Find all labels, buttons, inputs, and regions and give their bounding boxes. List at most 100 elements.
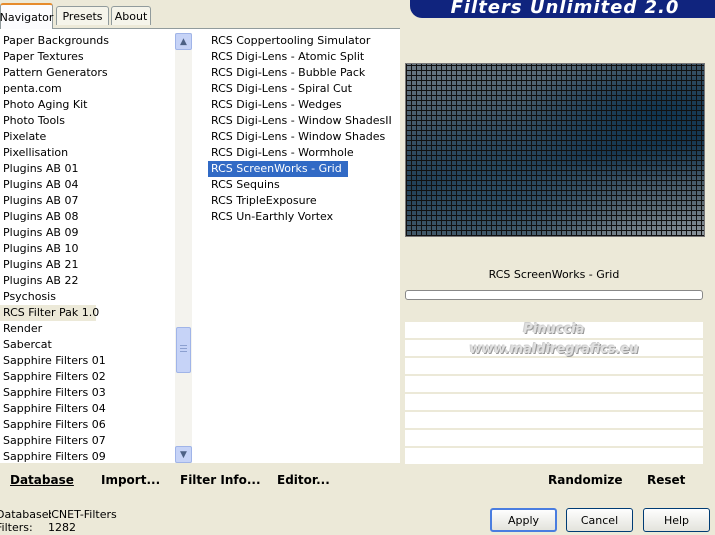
help-label: Help [663,513,690,527]
filter-item[interactable]: RCS Un-Earthly Vortex [208,209,400,225]
apply-label: Apply [507,513,540,527]
filter-item[interactable]: RCS Digi-Lens - Atomic Split [208,49,400,65]
reset-button[interactable]: Reset [647,473,685,487]
category-item[interactable]: Sapphire Filters 01 [0,353,176,369]
category-list[interactable]: Paper Backgrounds Paper Textures Pattern G… [0,33,176,465]
filter-row: RCS ScreenWorks - Grid [208,161,400,177]
filter-info-button[interactable]: Filter Info... [180,473,261,487]
parameter-row[interactable] [405,430,703,448]
parameter-row[interactable] [405,394,703,412]
tab-bar: Navigator Presets About [0,0,400,29]
filter-item[interactable]: RCS Digi-Lens - Bubble Pack [208,65,400,81]
filter-list[interactable]: RCS Coppertooling Simulator RCS Digi-Lens… [208,33,400,225]
help-button[interactable]: Help [643,508,710,532]
category-item[interactable]: Render [0,321,176,337]
filter-item[interactable]: RCS Digi-Lens - Window Shades [208,129,400,145]
status-filters: Filters: 1282 [0,521,76,534]
category-item[interactable]: Pattern Generators [0,65,176,81]
filter-item[interactable]: RCS Sequins [208,177,400,193]
import-button[interactable]: Import... [101,473,160,487]
tab-label: About [114,9,148,23]
category-item[interactable]: Plugins AB 09 [0,225,176,241]
status-label: Database: [0,508,53,521]
category-item[interactable]: RCS Filter Pak 1.0 [0,305,99,321]
category-item[interactable]: Photo Tools [0,113,176,129]
filter-row: RCS Digi-Lens - Atomic Split [208,49,400,65]
filter-preview [405,63,705,237]
filter-item[interactable]: RCS Digi-Lens - Wedges [208,97,400,113]
tab-presets[interactable]: Presets [56,6,109,25]
category-item[interactable]: Photo Aging Kit [0,97,176,113]
tab-about[interactable]: About [111,6,151,25]
category-item[interactable]: Paper Backgrounds [0,33,176,49]
randomize-button[interactable]: Randomize [548,473,622,487]
filter-row: RCS Digi-Lens - Wormhole [208,145,400,161]
chevron-down-icon: ▼ [180,449,187,460]
category-item[interactable]: Pixelate [0,129,176,145]
status-value: ICNET-Filters [48,508,117,521]
category-item[interactable]: Paper Textures [0,49,176,65]
filter-item[interactable]: RCS Coppertooling Simulator [208,33,400,49]
parameter-row[interactable] [405,412,703,430]
database-button[interactable]: Database [10,473,74,487]
randomize-label: Randomize [548,473,623,487]
category-item[interactable]: Plugins AB 08 [0,209,176,225]
filter-item[interactable]: RCS ScreenWorks - Grid [208,161,348,177]
filter-row: RCS Digi-Lens - Spiral Cut [208,81,400,97]
filter-row: RCS Sequins [208,177,400,193]
filter-row: RCS Digi-Lens - Window ShadesII [208,113,400,129]
import-label: Import... [101,473,161,487]
scroll-thumb[interactable] [176,327,191,373]
tab-navigator[interactable]: Navigator [0,3,53,29]
tab-label: Presets [62,9,103,23]
apply-button[interactable]: Apply [490,508,557,532]
filter-row: RCS Un-Earthly Vortex [208,209,400,225]
filter-item[interactable]: RCS Digi-Lens - Wormhole [208,145,400,161]
category-item[interactable]: Plugins AB 01 [0,161,176,177]
editor-button[interactable]: Editor... [277,473,330,487]
category-item[interactable]: penta.com [0,81,176,97]
filter-row: RCS Digi-Lens - Bubble Pack [208,65,400,81]
category-item[interactable]: Plugins AB 04 [0,177,176,193]
filter-item[interactable]: RCS Digi-Lens - Spiral Cut [208,81,400,97]
filter-item[interactable]: RCS TripleExposure [208,193,400,209]
scroll-up-button[interactable]: ▲ [175,33,192,50]
category-item[interactable]: Sapphire Filters 07 [0,433,176,449]
category-item[interactable]: Plugins AB 21 [0,257,176,273]
reset-label: Reset [647,473,686,487]
filter-item[interactable]: RCS Digi-Lens - Window ShadesII [208,113,400,129]
category-item[interactable]: Plugins AB 07 [0,193,176,209]
filter-row: RCS TripleExposure [208,193,400,209]
scroll-down-button[interactable]: ▼ [175,446,192,463]
cancel-button[interactable]: Cancel [566,508,633,532]
category-item[interactable]: Psychosis [0,289,176,305]
editor-label: Editor... [277,473,330,487]
parameter-row[interactable] [405,376,703,394]
parameter-row[interactable] [405,448,703,466]
category-item[interactable]: Sabercat [0,337,176,353]
category-item[interactable]: Sapphire Filters 02 [0,369,176,385]
filter-row: RCS Digi-Lens - Wedges [208,97,400,113]
category-item[interactable]: Sapphire Filters 03 [0,385,176,401]
parameter-row[interactable] [405,340,703,358]
category-item[interactable]: Pixellisation [0,145,176,161]
progress-bar [405,290,703,300]
filter-row: RCS Coppertooling Simulator [208,33,400,49]
database-label: Database [10,473,74,487]
category-item[interactable]: Sapphire Filters 06 [0,417,176,433]
selected-filter-name: RCS ScreenWorks - Grid [488,268,620,281]
filter-row: RCS Digi-Lens - Window Shades [208,129,400,145]
parameter-area [405,322,703,466]
parameter-row[interactable] [405,358,703,376]
category-item[interactable]: Plugins AB 22 [0,273,176,289]
parameter-row[interactable] [405,322,703,340]
chevron-up-icon: ▲ [180,36,187,47]
category-item[interactable]: Sapphire Filters 04 [0,401,176,417]
category-item[interactable]: Plugins AB 10 [0,241,176,257]
category-item[interactable]: Sapphire Filters 09 [0,449,176,465]
status-database: Database: ICNET-Filters [0,508,117,521]
status-label: Filters: [0,521,33,534]
cancel-label: Cancel [580,513,619,527]
tab-label: Navigator [0,10,54,24]
category-scrollbar[interactable]: ▲ ▼ [175,33,192,463]
